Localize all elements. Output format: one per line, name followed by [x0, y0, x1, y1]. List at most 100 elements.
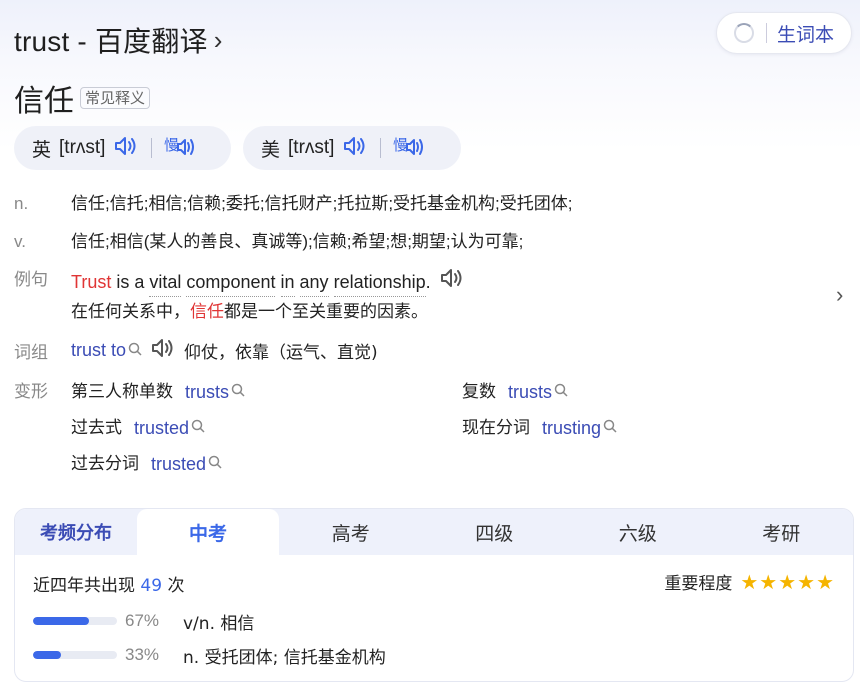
- search-icon[interactable]: [128, 341, 142, 360]
- occurrence-count: 近四年共出现 49 次: [33, 571, 184, 596]
- pron-region-label: 英: [32, 139, 52, 161]
- chevron-right-icon[interactable]: ›: [836, 282, 843, 308]
- sense-label: v/n. 相信: [183, 613, 255, 634]
- word-forms-section: 变形 第三人称单数 trusts 复数 trusts 过去式 trusted 现…: [14, 378, 844, 486]
- slow-speaker-icon[interactable]: 慢: [164, 133, 198, 163]
- slow-speaker-icon[interactable]: 慢: [393, 133, 427, 163]
- percent-label: 33%: [125, 645, 160, 664]
- phrase-link[interactable]: trust to: [71, 340, 126, 361]
- progress-bar: [33, 651, 117, 659]
- common-meaning-tag: 常见释义: [80, 87, 151, 109]
- example-word[interactable]: any: [299, 268, 329, 297]
- speaker-icon[interactable]: [150, 336, 176, 364]
- tab-cet4[interactable]: 四级: [423, 509, 567, 555]
- chevron-right-icon[interactable]: ›: [214, 25, 223, 56]
- tab-zhongkao[interactable]: 中考: [137, 509, 279, 555]
- importance-rating: 重要程度 ★★★★★: [664, 569, 835, 595]
- tab-gaokao[interactable]: 高考: [279, 509, 423, 555]
- search-icon[interactable]: [603, 414, 617, 442]
- sense-label: n. 受托团体; 信托基金机构: [183, 647, 386, 668]
- divider: [380, 138, 382, 158]
- speaker-icon[interactable]: [439, 266, 465, 298]
- word-forms-label: 变形: [14, 382, 48, 402]
- word-form-label: 复数: [462, 382, 496, 402]
- pronunciation-uk: 英 [trʌst] 慢: [14, 126, 231, 170]
- part-of-speech: n.: [14, 194, 29, 213]
- definition-row: v. 信任;相信(某人的善良、真诚等);信赖;希望;想;期望;认为可靠;: [14, 228, 573, 266]
- page-header: trust - 百度翻译 ›: [14, 22, 222, 58]
- example-zh-keyword: 信任: [190, 302, 224, 322]
- svg-text:慢: 慢: [393, 136, 408, 154]
- search-icon[interactable]: [191, 414, 205, 442]
- word-form-label: 第三人称单数: [71, 382, 173, 402]
- speaker-icon[interactable]: [113, 134, 139, 162]
- word-form-link[interactable]: trusts: [508, 378, 552, 406]
- definition-text: 信任;相信(某人的善良、真诚等);信赖;希望;想;期望;认为可靠;: [71, 232, 524, 251]
- word-form-link[interactable]: trusting: [542, 414, 601, 442]
- page-title[interactable]: trust - 百度翻译: [14, 20, 208, 60]
- svg-text:慢: 慢: [164, 136, 179, 154]
- loading-spinner-icon: [733, 23, 754, 43]
- example-zh-text: 在任何关系中，: [71, 302, 190, 322]
- search-icon[interactable]: [208, 450, 222, 478]
- word-form-label: 过去分词: [71, 454, 139, 474]
- tab-frequency-title: 考频分布: [40, 523, 112, 544]
- phonetic-text: [trʌst]: [288, 137, 335, 158]
- progress-fill: [33, 617, 90, 625]
- definitions-list: n. 信任;信托;相信;信赖;委托;信托财产;托拉斯;受托基金机构;受托团体; …: [14, 190, 573, 266]
- word-form-label: 过去式: [71, 418, 122, 438]
- example-word[interactable]: relationship: [333, 268, 426, 297]
- star-rating-icon: ★★★★★: [740, 569, 835, 594]
- importance-label: 重要程度: [664, 574, 733, 594]
- example-keyword: Trust: [71, 272, 112, 292]
- word-form-item: 过去式 trusted: [71, 414, 205, 442]
- example-word[interactable]: in: [280, 268, 295, 297]
- tab-kaoyan[interactable]: 考研: [710, 509, 854, 555]
- frequency-row: 67% v/n. 相信: [33, 609, 255, 634]
- phrase-section: 词组 trust to 仰仗，依靠（运气、直觉): [14, 336, 378, 364]
- search-icon[interactable]: [231, 378, 245, 406]
- exam-tabs: 考频分布 中考 高考 四级 六级 考研: [15, 509, 853, 555]
- frequency-body: 近四年共出现 49 次 重要程度 ★★★★★ 67% v/n. 相信 33% n…: [15, 555, 853, 681]
- example-label: 例句: [14, 270, 48, 290]
- example-zh-text: 都是一个至关重要的因素。: [224, 302, 428, 322]
- headword: 信任: [14, 85, 74, 118]
- phonetic-text: [trʌst]: [59, 137, 106, 158]
- vocab-book-button[interactable]: 生词本: [716, 12, 852, 54]
- tab-cet6[interactable]: 六级: [566, 509, 710, 555]
- vocab-book-label: 生词本: [776, 24, 834, 46]
- count-number: 49: [140, 576, 163, 596]
- phrase-meaning: 仰仗，依靠（运气、直觉): [184, 342, 378, 363]
- definition-row: n. 信任;信托;相信;信赖;委托;信托财产;托拉斯;受托基金机构;受托团体;: [14, 190, 573, 228]
- example-english: Trust is a vital component in any relati…: [71, 266, 465, 298]
- word-form-label: 现在分词: [462, 418, 530, 438]
- word-form-item: 第三人称单数 trusts: [71, 378, 245, 406]
- word-form-item: 现在分词 trusting: [462, 414, 617, 442]
- definition-text: 信任;信托;相信;信赖;委托;信托财产;托拉斯;受托基金机构;受托团体;: [71, 194, 573, 213]
- word-form-item: 复数 trusts: [462, 378, 568, 406]
- progress-fill: [33, 651, 61, 659]
- percent-label: 67%: [125, 611, 160, 630]
- search-icon[interactable]: [554, 378, 568, 406]
- headword-row: 信任 常见释义: [14, 76, 151, 120]
- pron-region-label: 美: [261, 139, 281, 161]
- example-word: is a: [116, 272, 145, 292]
- phrase-label: 词组: [14, 342, 48, 363]
- part-of-speech: v.: [14, 232, 26, 251]
- pronunciation-us: 美 [trʌst] 慢: [243, 126, 461, 170]
- word-form-item: 过去分词 trusted: [71, 450, 222, 478]
- example-word[interactable]: component: [186, 268, 276, 297]
- example-chinese: 在任何关系中，信任都是一个至关重要的因素。: [71, 298, 428, 326]
- progress-bar: [33, 617, 117, 625]
- example-punct: .: [425, 272, 431, 292]
- word-form-link[interactable]: trusted: [134, 414, 189, 442]
- example-word[interactable]: vital: [149, 268, 182, 297]
- speaker-icon[interactable]: [342, 134, 368, 162]
- count-suffix: 次: [167, 576, 185, 596]
- frequency-row: 33% n. 受托团体; 信托基金机构: [33, 643, 386, 668]
- word-form-link[interactable]: trusts: [185, 378, 229, 406]
- divider: [765, 23, 767, 43]
- exam-frequency-card: 考频分布 中考 高考 四级 六级 考研 近四年共出现 49 次 重要程度 ★★★…: [14, 508, 854, 682]
- word-form-link[interactable]: trusted: [151, 450, 206, 478]
- count-prefix: 近四年共出现: [33, 576, 135, 596]
